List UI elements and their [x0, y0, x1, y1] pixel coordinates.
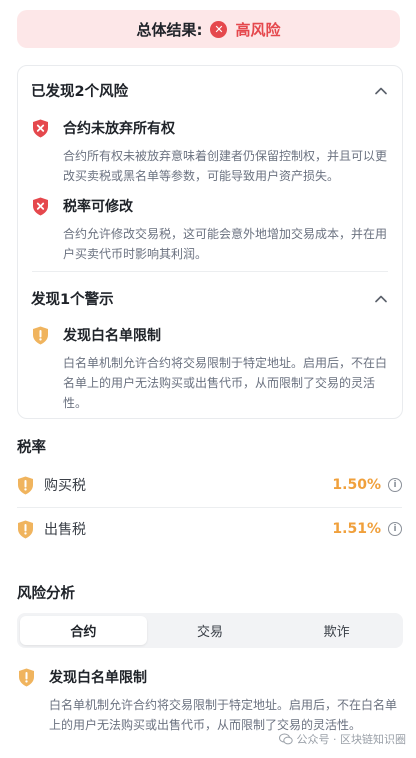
risk-summary-card: 已发现2个风险 合约未放弃所有权 合约所有权未被放弃意味着创建者仍保留控制权，并… — [17, 65, 403, 419]
risk-item-title: 合约未放弃所有权 — [63, 121, 175, 137]
tax-row-value: 1.51% — [332, 521, 381, 537]
orange-shield-exclamation-icon — [32, 326, 49, 345]
warnings-heading: 发现1个警示 — [31, 292, 114, 308]
wechat-icon — [278, 733, 293, 745]
tax-row-name: 购买税 — [44, 478, 86, 494]
chevron-up-icon[interactable] — [374, 84, 388, 98]
warnings-section-header[interactable]: 发现1个警示 — [31, 288, 388, 309]
analysis-heading: 风险分析 — [17, 586, 75, 602]
overall-result-value: 高风险 — [235, 20, 281, 39]
risk-item: 税率可修改 合约允许修改交易税，这可能会意外地增加交易成本，并在用户买卖代币时影… — [32, 196, 392, 264]
tax-row-buy: 购买税 1.50% i — [17, 463, 402, 507]
analysis-item-desc: 白名单机制允许合约将交易限制于特定地址。启用后，不在白名单上的用户无法购买或出售… — [49, 698, 398, 732]
warning-item-title: 发现白名单限制 — [63, 328, 161, 344]
watermark-text: 公众号 · 区块链知识圈 — [296, 733, 407, 746]
chevron-up-icon[interactable] — [374, 292, 388, 306]
tax-heading: 税率 — [17, 440, 46, 456]
watermark: 公众号 · 区块链知识圈 — [278, 731, 407, 747]
risk-item: 合约未放弃所有权 合约所有权未被放弃意味着创建者仍保留控制权，并且可以更改买卖税… — [32, 118, 392, 186]
orange-shield-exclamation-icon — [18, 668, 35, 687]
risk-item-desc: 合约允许修改交易税，这可能会意外地增加交易成本，并在用户买卖代币时影响其利润。 — [63, 227, 388, 261]
analysis-item: 发现白名单限制 白名单机制允许合约将交易限制于特定地址。启用后，不在白名单上的用… — [18, 667, 402, 735]
info-icon[interactable]: i — [388, 522, 402, 536]
risks-heading: 已发现2个风险 — [31, 84, 129, 100]
warning-item: 发现白名单限制 白名单机制允许合约将交易限制于特定地址。启用后，不在白名单上的用… — [32, 325, 392, 413]
info-icon[interactable]: i — [388, 478, 402, 492]
risks-section-header[interactable]: 已发现2个风险 — [31, 80, 388, 101]
tax-row-sell: 出售税 1.51% i — [17, 507, 402, 551]
risk-item-desc: 合约所有权未被放弃意味着创建者仍保留控制权，并且可以更改买卖税或黑名单等参数，可… — [63, 149, 388, 183]
orange-shield-exclamation-icon — [17, 476, 34, 495]
tax-row-value: 1.50% — [332, 477, 381, 493]
tab-trading[interactable]: 交易 — [147, 616, 274, 645]
warning-item-desc: 白名单机制允许合约将交易限制于特定地址。启用后，不在白名单上的用户无法购买或出售… — [63, 356, 388, 410]
x-circle-icon: ✕ — [210, 20, 228, 38]
tab-fraud[interactable]: 欺诈 — [273, 616, 400, 645]
red-shield-x-icon — [32, 197, 49, 216]
analysis-item-title: 发现白名单限制 — [49, 670, 147, 686]
orange-shield-exclamation-icon — [17, 520, 34, 539]
section-divider — [32, 271, 388, 272]
tax-row-name: 出售税 — [44, 522, 86, 538]
analysis-tabs: 合约 交易 欺诈 — [17, 613, 403, 648]
red-shield-x-icon — [32, 119, 49, 138]
tab-contract[interactable]: 合约 — [20, 616, 147, 645]
overall-result-label: 总体结果: — [136, 20, 203, 39]
risk-item-title: 税率可修改 — [63, 199, 133, 215]
overall-result-banner: 总体结果: ✕ 高风险 — [17, 10, 400, 48]
